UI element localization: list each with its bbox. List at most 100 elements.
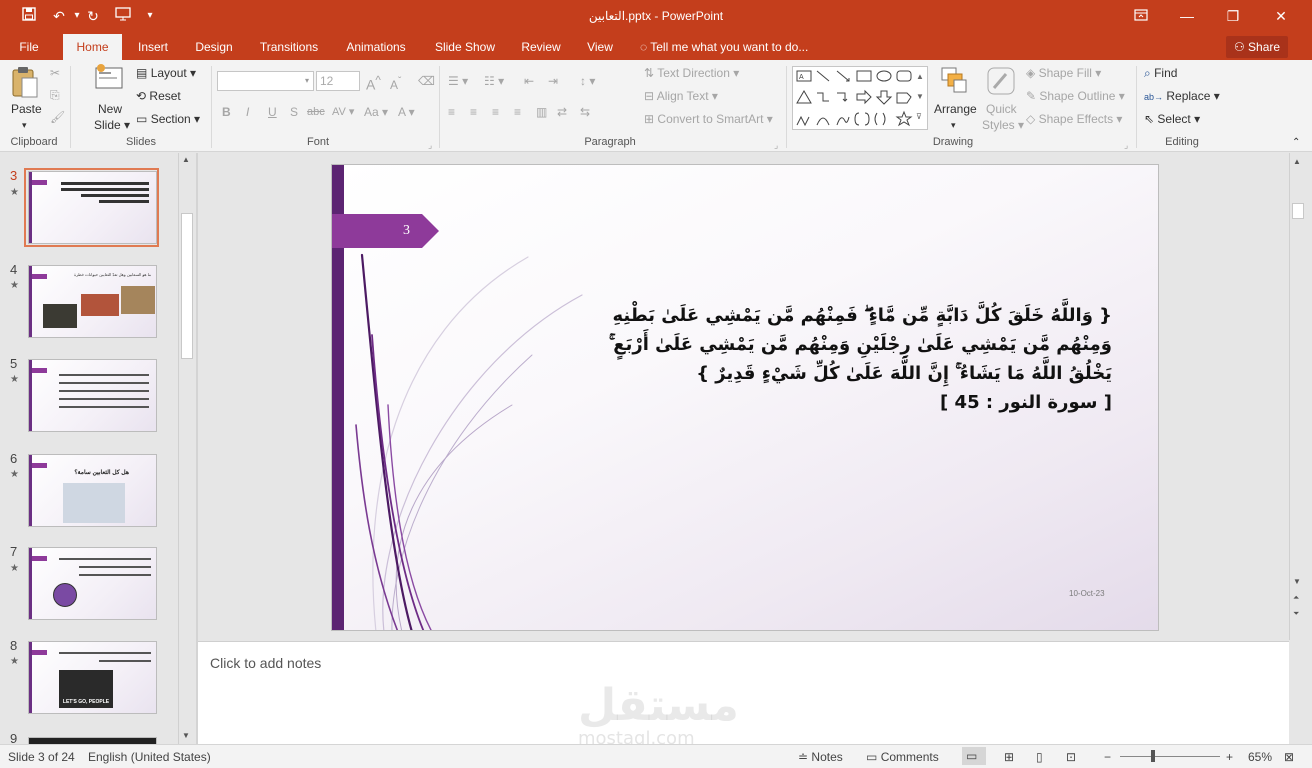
section-button[interactable]: ▭ Section ▾ (136, 110, 200, 128)
change-case-button[interactable]: Aa ▾ (364, 103, 388, 121)
zoom-slider-track[interactable] (1120, 756, 1220, 757)
find-button[interactable]: ⌕ Find (1144, 64, 1177, 82)
convert-smartart-button[interactable]: ⊞ Convert to SmartArt ▾ (644, 110, 773, 128)
clear-formatting-icon[interactable]: ⌫ (418, 72, 435, 90)
decrease-indent-icon[interactable]: ⇤ (524, 72, 534, 90)
justify-icon[interactable]: ≡ (514, 103, 521, 121)
thumbnail-pane[interactable]: 3 ★ 4 ★ ما هو السعابين وهل تعدّ الثعابين… (0, 153, 196, 747)
close-button[interactable]: ✕ (1258, 0, 1304, 32)
new-slide-icon[interactable] (95, 64, 125, 97)
rtl-icon[interactable]: ⇄ (557, 103, 567, 121)
font-name-field[interactable] (217, 71, 313, 91)
paragraph-dialog-launcher-icon[interactable]: ⌟ (774, 136, 778, 154)
fit-to-window-icon[interactable]: ⊠ (1284, 750, 1294, 764)
cut-icon[interactable]: ✂ (50, 64, 60, 82)
line-spacing-icon[interactable]: ↕ ▾ (580, 72, 595, 90)
numbering-icon[interactable]: ☷ ▾ (484, 72, 504, 90)
tell-me-box[interactable]: ◌ Tell me what you want to do... (640, 34, 808, 60)
align-right-icon[interactable]: ≡ (492, 103, 499, 121)
thumbnail-scrollbar[interactable]: ▲ ▼ (178, 153, 194, 744)
slide-thumbnail-5[interactable] (28, 359, 157, 432)
quick-styles-icon[interactable] (986, 66, 1016, 101)
italic-button[interactable]: I (246, 103, 249, 121)
tab-home[interactable]: Home (63, 34, 122, 60)
character-spacing-button[interactable]: AV ▾ (332, 103, 354, 121)
columns-icon[interactable]: ▥ (536, 103, 547, 121)
copy-icon[interactable]: ⎘ (50, 86, 60, 104)
tab-file[interactable]: File (8, 34, 50, 60)
ltr-icon[interactable]: ⇆ (580, 103, 590, 121)
tab-review[interactable]: Review (514, 34, 568, 60)
tab-view[interactable]: View (580, 34, 620, 60)
reset-button[interactable]: ⟲ Reset (136, 87, 181, 105)
shapes-gallery[interactable]: A (792, 66, 928, 130)
slide-thumbnail-8[interactable]: LET'S GO, PEOPLE (28, 641, 157, 714)
share-button[interactable]: ⚇ Share (1226, 36, 1288, 58)
font-color-button[interactable]: A ▾ (398, 103, 415, 121)
font-dialog-launcher-icon[interactable]: ⌟ (428, 136, 432, 154)
paste-dropdown-icon[interactable]: ▾ (22, 116, 27, 134)
align-left-icon[interactable]: ≡ (448, 103, 455, 121)
minimize-button[interactable]: — (1164, 0, 1210, 32)
zoom-slider-thumb[interactable] (1151, 750, 1155, 762)
bold-button[interactable]: B (222, 103, 231, 121)
font-size-field[interactable]: 12 (316, 71, 360, 91)
shapes-more-icon[interactable]: ⊽ (916, 108, 922, 126)
quick-styles-label-2[interactable]: Styles ▾ (982, 116, 1024, 134)
slide-thumbnail-4[interactable]: ما هو السعابين وهل تعدّ الثعابين حيوانات… (28, 265, 157, 338)
format-painter-icon[interactable]: 🖌 (50, 108, 65, 126)
slide-sorter-icon[interactable]: ⊞ (1004, 750, 1014, 764)
tab-transitions[interactable]: Transitions (252, 34, 326, 60)
collapse-ribbon-icon[interactable]: ⌃ (1292, 134, 1300, 152)
zoom-out-icon[interactable]: − (1104, 750, 1111, 764)
notes-button[interactable]: ≐ Notes (798, 750, 843, 764)
ribbon-display-icon[interactable] (1118, 0, 1164, 32)
align-center-icon[interactable]: ≡ (470, 103, 477, 121)
arrange-icon[interactable] (940, 66, 968, 101)
grow-font-icon[interactable]: A^ (366, 72, 381, 94)
text-direction-button[interactable]: ⇅ Text Direction ▾ (644, 64, 739, 82)
language-indicator[interactable]: English (United States) (88, 750, 211, 764)
tab-design[interactable]: Design (188, 34, 240, 60)
font-name-dropdown-icon[interactable]: ▾ (301, 71, 314, 91)
quran-verse[interactable]: { وَاللَّهُ خَلَقَ كُلَّ دَابَّةٍ مِّن م… (452, 301, 1112, 417)
shape-effects-button[interactable]: ◇ Shape Effects ▾ (1026, 110, 1122, 128)
shapes-scroll-up-icon[interactable]: ▲ (916, 68, 924, 86)
maximize-button[interactable]: ❐ (1210, 0, 1256, 32)
comments-button[interactable]: ▭ Comments (866, 750, 939, 764)
slide-thumbnail-6[interactable]: هل كل الثعابين سامة؟ (28, 454, 157, 527)
strikethrough-button[interactable]: abc (307, 103, 325, 121)
slideshow-view-icon[interactable]: ⊡ (1066, 750, 1076, 764)
slide[interactable]: 3 { وَاللَّهُ خَلَقَ كُلَّ دَابَّةٍ مِّن… (331, 164, 1159, 631)
tab-slide-show[interactable]: Slide Show (428, 34, 502, 60)
shape-fill-button[interactable]: ◈ Shape Fill ▾ (1026, 64, 1101, 82)
scroll-down-icon: ▼ (1293, 577, 1301, 586)
drawing-dialog-launcher-icon[interactable]: ⌟ (1124, 136, 1128, 154)
select-button[interactable]: ⇖ Select ▾ (1144, 110, 1200, 128)
arrange-dropdown-icon[interactable]: ▾ (951, 116, 956, 134)
layout-button[interactable]: ▤ Layout ▾ (136, 64, 196, 82)
slide-thumbnail-3[interactable] (28, 171, 157, 244)
shrink-font-icon[interactable]: Aˇ (390, 73, 401, 94)
drawing-group-label: Drawing (932, 136, 974, 148)
zoom-in-icon[interactable]: + (1226, 750, 1233, 764)
shape-outline-button[interactable]: ✎ Shape Outline ▾ (1026, 87, 1125, 105)
notes-placeholder[interactable]: Click to add notes (210, 655, 321, 671)
replace-button[interactable]: ab→ Replace ▾ (1144, 87, 1220, 106)
scroll-down-icon: ▼ (182, 731, 190, 740)
shapes-scroll-down-icon[interactable]: ▼ (916, 88, 924, 106)
reading-view-icon[interactable]: ▯ (1036, 750, 1043, 764)
window-title: التعابين.pptx - PowerPoint (588, 9, 724, 23)
new-slide-label-2[interactable]: Slide ▾ (94, 116, 130, 134)
underline-button[interactable]: U (268, 103, 277, 121)
increase-indent-icon[interactable]: ⇥ (548, 72, 558, 90)
zoom-level[interactable]: 65% (1248, 750, 1272, 764)
tab-insert[interactable]: Insert (128, 34, 178, 60)
bullets-icon[interactable]: ☰ ▾ (448, 72, 468, 90)
align-text-button[interactable]: ⊟ Align Text ▾ (644, 87, 718, 105)
slide-thumbnail-7[interactable] (28, 547, 157, 620)
tab-animations[interactable]: Animations (336, 34, 416, 60)
slide-scrollbar[interactable]: ▲ ▼ ⏶ ⏷ (1289, 153, 1305, 640)
text-shadow-button[interactable]: S (290, 103, 298, 121)
notes-pane[interactable]: Click to add notes (198, 641, 1289, 744)
